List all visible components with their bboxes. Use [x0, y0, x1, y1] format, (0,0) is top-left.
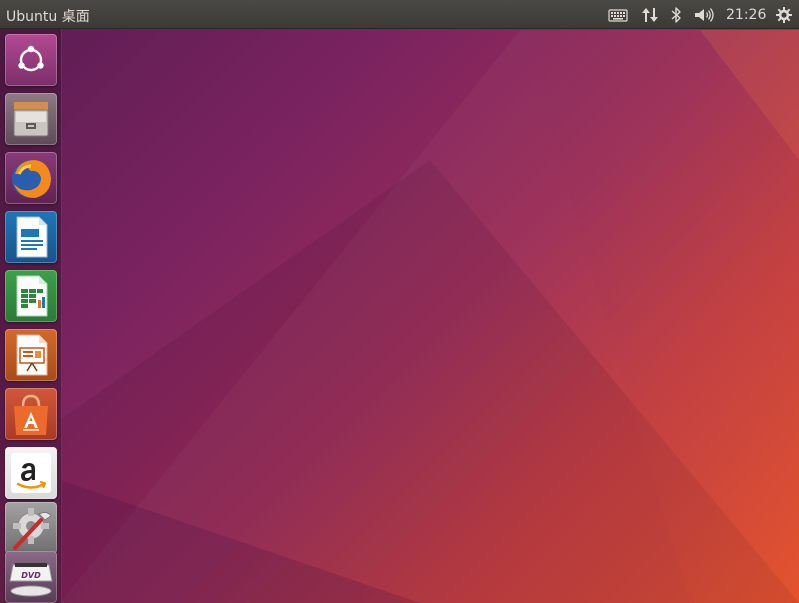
bluetooth-icon[interactable]	[667, 5, 685, 24]
libreoffice-writer-icon[interactable]	[5, 211, 57, 263]
launcher: DVD	[0, 29, 62, 603]
software-center-icon[interactable]	[5, 388, 57, 440]
libreoffice-impress-icon[interactable]	[5, 329, 57, 381]
dvd-drive-icon[interactable]: DVD	[5, 551, 57, 603]
ubuntu-dash-icon[interactable]	[5, 34, 57, 86]
firefox-icon[interactable]	[5, 152, 57, 204]
svg-text:DVD: DVD	[21, 571, 41, 580]
system-settings-icon[interactable]	[5, 502, 57, 554]
files-icon[interactable]	[5, 93, 57, 145]
clock[interactable]: 21:26	[726, 7, 766, 23]
libreoffice-calc-icon[interactable]	[5, 270, 57, 322]
volume-icon[interactable]	[692, 5, 716, 24]
wallpaper-shapes	[60, 30, 799, 603]
amazon-icon[interactable]	[5, 447, 57, 499]
network-icon[interactable]	[639, 5, 661, 24]
power-gear-icon[interactable]	[772, 5, 796, 24]
top-panel: Ubuntu 桌面 21:26	[0, 0, 799, 29]
desktop-wallpaper	[0, 0, 799, 603]
keyboard-icon[interactable]	[606, 5, 630, 24]
window-title: Ubuntu 桌面	[6, 9, 90, 25]
